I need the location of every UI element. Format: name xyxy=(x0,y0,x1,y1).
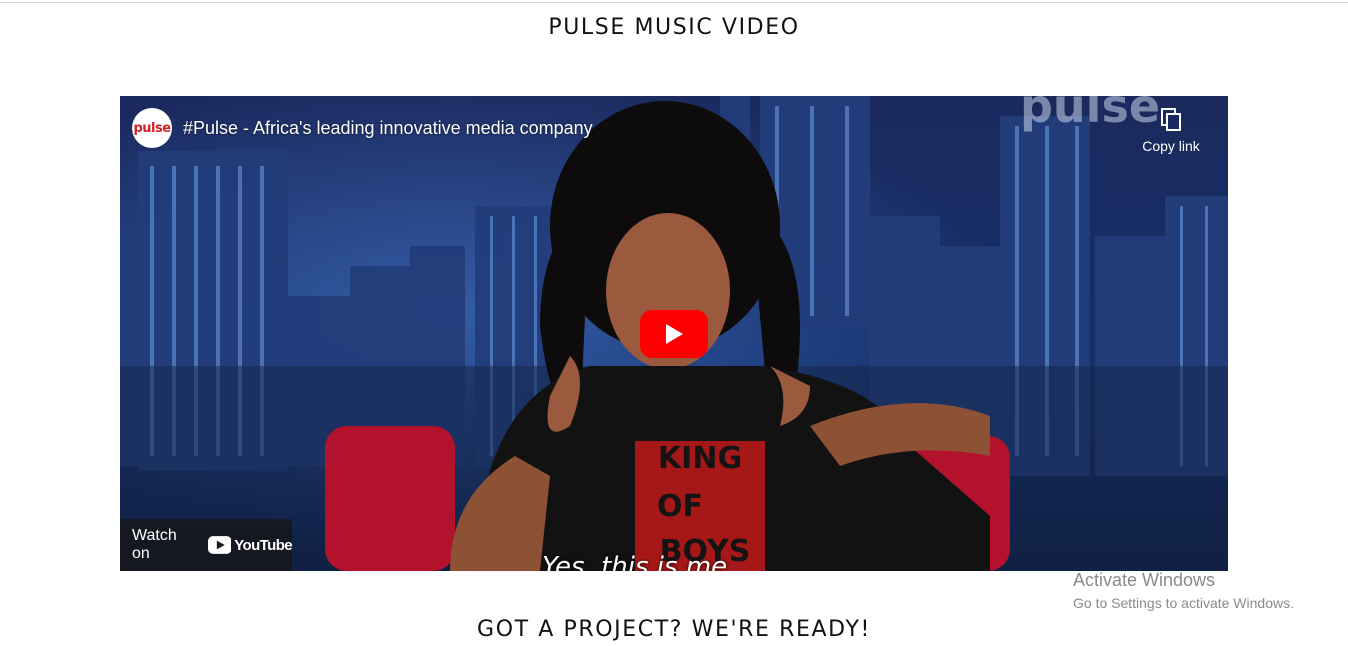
copy-link-button[interactable]: Copy link xyxy=(1136,108,1206,154)
activate-windows-title: Activate Windows xyxy=(1073,570,1216,590)
shirt-text-line-2: OF xyxy=(657,489,703,524)
copy-link-label: Copy link xyxy=(1142,138,1200,154)
copy-icon xyxy=(1161,108,1181,131)
video-caption: Yes, this is me xyxy=(542,552,728,571)
activate-windows-subtitle: Go to Settings to activate Windows. xyxy=(1073,595,1294,611)
watch-on-label: Watch on xyxy=(132,527,177,562)
youtube-embed[interactable]: pulse KING OF BOYS pulse #Pulse - Africa… xyxy=(120,96,1228,571)
activate-windows-watermark: Activate Windows Go to Settings to activ… xyxy=(1073,570,1294,611)
play-icon xyxy=(666,324,683,344)
watch-on-youtube-button[interactable]: Watch on YouTube xyxy=(120,519,293,571)
youtube-logo-icon xyxy=(207,536,232,554)
channel-logo[interactable]: pulse xyxy=(132,108,172,148)
video-title-link[interactable]: #Pulse - Africa's leading innovative med… xyxy=(183,118,593,139)
section-title-music-video: PULSE MUSIC VIDEO xyxy=(548,15,800,40)
youtube-wordmark: YouTube xyxy=(234,536,292,554)
play-button[interactable] xyxy=(640,310,708,358)
top-divider xyxy=(0,2,1348,3)
shirt-text-line-1: KING xyxy=(658,441,742,476)
section-title-project: GOT A PROJECT? WE'RE READY! xyxy=(477,617,871,642)
